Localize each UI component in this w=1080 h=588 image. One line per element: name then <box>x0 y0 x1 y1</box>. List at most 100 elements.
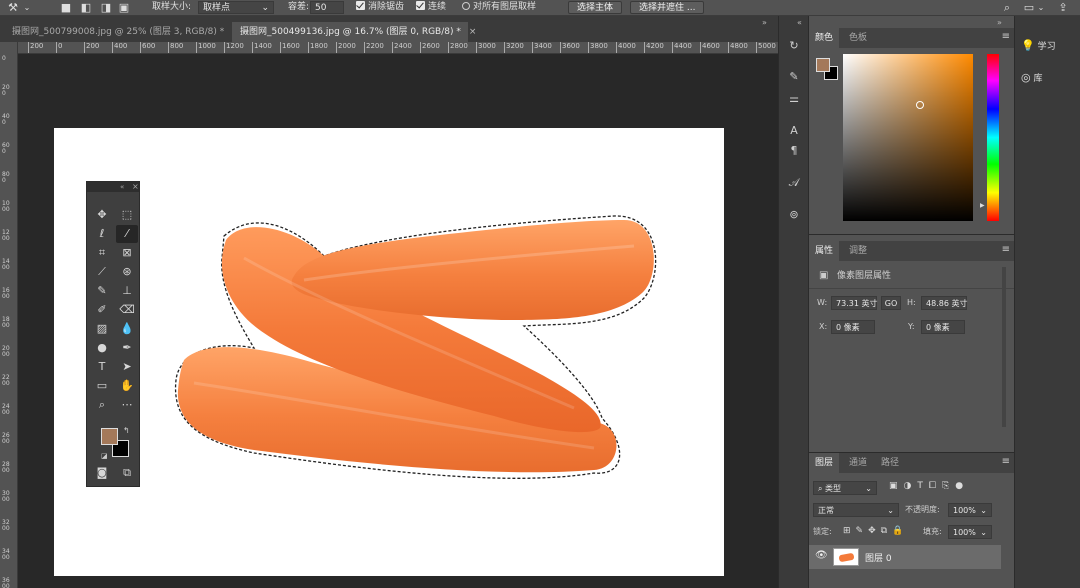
frame-tool-icon[interactable]: ⊠ <box>116 244 138 262</box>
collapse-arrows-icon[interactable]: » <box>997 18 1002 27</box>
marquee-tool-icon[interactable]: ⬚ <box>116 206 138 224</box>
gradient-tool-icon[interactable]: ▨ <box>91 320 113 338</box>
foreground-color-swatch[interactable] <box>816 58 830 72</box>
camera-icon[interactable]: ⊚ <box>783 206 805 224</box>
panel-menu-icon[interactable]: ≡ <box>1002 457 1010 467</box>
lock-all-icon[interactable]: 🔒 <box>892 526 908 536</box>
tab-adjustments[interactable]: 调整 <box>843 241 873 261</box>
quick-mask-icon[interactable]: ◙ <box>91 464 113 482</box>
glyphs-icon[interactable]: 𝒜 <box>783 174 805 192</box>
rectangle-tool-icon[interactable]: ▭ <box>91 377 113 395</box>
workspace-icon[interactable]: ▭ <box>1022 1 1036 14</box>
swap-colors-icon[interactable]: ↰ <box>123 426 130 435</box>
anti-alias-checkbox[interactable]: 消除锯齿 <box>356 1 404 14</box>
eye-visibility-icon[interactable]: 👁 <box>815 550 828 561</box>
hue-slider[interactable] <box>987 54 999 221</box>
history-brush-tool-icon[interactable]: ✐ <box>91 301 113 319</box>
sample-all-layers-option[interactable]: 对所有图层取样 <box>462 1 536 14</box>
character-icon[interactable]: A <box>783 122 805 140</box>
panel-menu-icon[interactable]: ≡ <box>1002 245 1010 255</box>
panel-menu-icon[interactable]: ≡ <box>1002 32 1010 42</box>
height-input[interactable]: 48.86 英寸 <box>921 296 967 310</box>
opacity-input[interactable]: 100% ⌄ <box>948 503 992 517</box>
chevron-down-icon[interactable]: ⌄ <box>22 1 32 14</box>
shape-filter-icon[interactable]: ⧠ <box>929 481 942 491</box>
tab-channels[interactable]: 通道 <box>843 453 873 473</box>
lasso-tool-icon[interactable]: ℓ <box>91 225 113 243</box>
learn-item[interactable]: 💡 学习 <box>1021 36 1056 56</box>
select-subject-button[interactable]: 选择主体 <box>568 1 623 14</box>
sample-size-select[interactable]: 取样点 ⌄ <box>198 1 274 14</box>
collapse-arrows-icon[interactable]: » <box>762 18 767 27</box>
tab-paths[interactable]: 路径 <box>875 453 905 473</box>
screen-mode-icon[interactable]: ⧉ <box>116 464 138 482</box>
tab-color[interactable]: 颜色 <box>809 28 840 48</box>
zoom-tool-icon[interactable]: ⌕ <box>91 396 113 414</box>
default-colors-icon[interactable]: ◪ <box>101 452 108 460</box>
subtract-selection-icon[interactable]: ◨ <box>100 1 112 14</box>
move-tool-icon[interactable]: ✥ <box>91 206 113 224</box>
adjustment-filter-icon[interactable]: ◑ <box>904 481 918 491</box>
intersect-selection-icon[interactable]: ▣ <box>118 1 130 14</box>
saturation-brightness-field[interactable] <box>843 54 973 221</box>
foreground-color-swatch[interactable] <box>101 428 118 445</box>
lock-image-icon[interactable]: ✎ <box>856 526 869 536</box>
pen-tool-icon[interactable]: ✒ <box>116 339 138 357</box>
link-dimensions-button[interactable]: GO <box>881 296 901 310</box>
new-selection-icon[interactable]: ■ <box>60 1 72 14</box>
fill-input[interactable]: 100% ⌄ <box>948 525 992 539</box>
collapse-arrows-icon[interactable]: « <box>120 183 124 191</box>
magic-wand-icon[interactable]: ⚒ <box>6 1 20 14</box>
path-selection-tool-icon[interactable]: ➤ <box>116 358 138 376</box>
select-and-mask-button[interactable]: 选择并遮住 ... <box>630 1 705 14</box>
width-input[interactable]: 73.31 英寸 <box>831 296 877 310</box>
tolerance-input[interactable]: 50 <box>310 1 344 14</box>
hue-slider-arrow-icon[interactable]: ▶ <box>980 202 985 209</box>
lock-transparent-icon[interactable]: ⊞ <box>843 526 856 536</box>
paragraph-icon[interactable]: ¶ <box>783 142 805 160</box>
smart-object-filter-icon[interactable]: ⎘ <box>942 481 955 491</box>
tab-layers[interactable]: 图层 <box>809 453 840 473</box>
lock-artboard-icon[interactable]: ⧉ <box>881 526 892 536</box>
spot-healing-tool-icon[interactable]: ⊛ <box>116 263 138 281</box>
share-icon[interactable]: ⇪ <box>1056 1 1070 14</box>
blend-mode-select[interactable]: 正常 ⌄ <box>813 503 899 517</box>
color-picker-circle-icon[interactable] <box>916 101 924 109</box>
brush-tool-icon[interactable]: ✎ <box>91 282 113 300</box>
toolbox-header[interactable]: « × <box>87 182 139 192</box>
contiguous-checkbox[interactable]: 连续 <box>416 1 446 14</box>
hand-tool-icon[interactable]: ✋ <box>116 377 138 395</box>
brush-settings-icon[interactable]: ✎ <box>783 68 805 86</box>
library-item[interactable]: ◎ 库 <box>1021 68 1043 88</box>
add-selection-icon[interactable]: ◧ <box>80 1 92 14</box>
dodge-tool-icon[interactable]: ● <box>91 339 113 357</box>
tab-swatches[interactable]: 色板 <box>843 28 873 48</box>
lock-position-icon[interactable]: ✥ <box>868 526 881 536</box>
close-icon[interactable]: × <box>469 27 477 37</box>
tab-properties[interactable]: 属性 <box>809 241 840 261</box>
blur-tool-icon[interactable]: 💧 <box>116 320 138 338</box>
search-icon[interactable]: ⌕ <box>1000 1 1014 14</box>
history-icon[interactable]: ↻ <box>783 37 805 55</box>
scrollbar[interactable] <box>1002 267 1006 427</box>
type-tool-icon[interactable]: T <box>91 358 113 376</box>
document-tab-2[interactable]: 摄图网_500499136.jpg @ 16.7% (图层 0, RGB/8) … <box>232 22 476 42</box>
eraser-tool-icon[interactable]: ⌫ <box>116 301 138 319</box>
eyedropper-tool-icon[interactable]: ⟋ <box>91 263 113 281</box>
adjust-sliders-icon[interactable]: ⚌ <box>783 90 805 108</box>
document-canvas[interactable] <box>54 128 724 576</box>
crop-tool-icon[interactable]: ⌗ <box>91 244 113 262</box>
close-icon[interactable]: × <box>132 182 139 191</box>
clone-stamp-tool-icon[interactable]: ⊥ <box>116 282 138 300</box>
y-input[interactable]: 0 像素 <box>921 320 965 334</box>
type-filter-icon[interactable]: T <box>917 481 929 491</box>
filter-toggle-icon[interactable]: ● <box>955 481 969 491</box>
more-tools-icon[interactable]: ⋯ <box>116 396 138 414</box>
layer-name[interactable]: 图层 0 <box>865 551 892 564</box>
image-filter-icon[interactable]: ▣ <box>889 481 904 491</box>
collapse-arrows-icon[interactable]: « <box>797 18 802 27</box>
document-tab-1[interactable]: 摄图网_500799008.jpg @ 25% (图层 3, RGB/8) *× <box>4 22 240 42</box>
x-input[interactable]: 0 像素 <box>831 320 875 334</box>
magic-wand-tool-icon[interactable]: ⁄ <box>116 225 138 243</box>
layer-row[interactable]: 👁 图层 0 <box>809 545 1001 569</box>
